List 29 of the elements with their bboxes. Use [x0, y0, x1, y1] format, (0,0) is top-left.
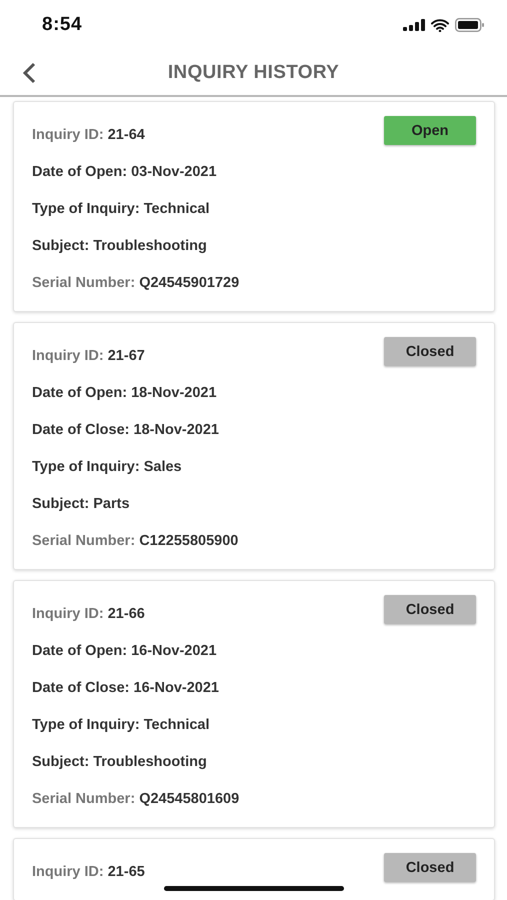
- field-text: Subject: Parts: [32, 496, 130, 512]
- field-text: Inquiry ID: 21-66: [32, 606, 145, 622]
- status-badge: Closed: [384, 595, 476, 624]
- field-text: Date of Close: 16-Nov-2021: [32, 680, 219, 696]
- field-text: Inquiry ID: 21-64: [32, 126, 145, 142]
- screen-title: INQUIRY HISTORY: [168, 62, 340, 84]
- back-button[interactable]: [20, 60, 38, 86]
- field-text: Subject: Troubleshooting: [32, 238, 207, 254]
- field-text: Date of Open: 16-Nov-2021: [32, 642, 217, 658]
- field-text: Date of Open: 18-Nov-2021: [32, 384, 217, 400]
- field-text: Serial Number: Q24545901729: [32, 274, 240, 290]
- field-text: Type of Inquiry: Sales: [32, 458, 182, 474]
- status-badge: Closed: [384, 853, 476, 882]
- status-time: 8:54: [42, 14, 82, 36]
- field-text: Subject: Troubleshooting: [32, 754, 207, 770]
- field-text: Serial Number: Q24545801609: [32, 790, 240, 806]
- status-badge: Open: [384, 116, 476, 145]
- field-text: Date of Open: 03-Nov-2021: [32, 164, 217, 180]
- field-text: Inquiry ID: 21-65: [32, 864, 145, 880]
- status-badge: Closed: [384, 337, 476, 366]
- back-icon: [22, 62, 36, 84]
- field-text: Type of Inquiry: Technical: [32, 200, 210, 216]
- signal-icon: [403, 19, 425, 31]
- battery-icon: [455, 18, 485, 32]
- wifi-icon: [431, 18, 449, 32]
- field-text: Type of Inquiry: Technical: [32, 716, 210, 732]
- field-text: Date of Close: 18-Nov-2021: [32, 422, 219, 438]
- field-text: Serial Number: C12255805900: [32, 532, 238, 548]
- field-text: Inquiry ID: 21-67: [32, 348, 145, 364]
